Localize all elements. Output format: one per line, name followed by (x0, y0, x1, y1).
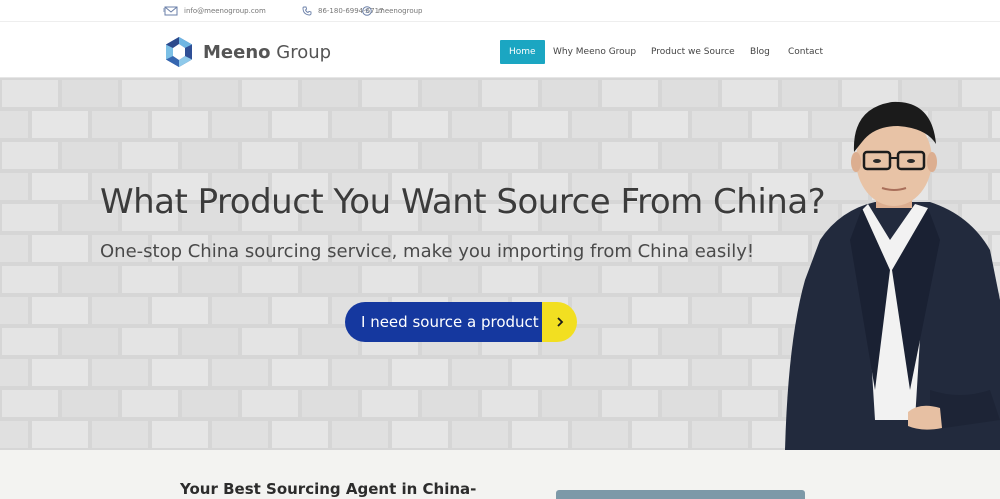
hero-banner: What Product You Want Source From China?… (0, 78, 1000, 450)
consultant-photo (785, 101, 1000, 450)
email-icon (163, 6, 178, 16)
top-contact-bar: info@meenogroup.com 86-180-6994-6717 S m… (0, 0, 1000, 22)
section-heading: Your Best Sourcing Agent in China- (180, 480, 477, 498)
nav-home[interactable]: Home (500, 40, 545, 64)
email-text[interactable]: info@meenogroup.com (184, 7, 266, 15)
skype-icon: S (362, 6, 372, 16)
source-product-button[interactable]: I need source a product (345, 302, 577, 342)
contact-email[interactable]: info@meenogroup.com (163, 4, 266, 18)
video-panel[interactable] (556, 490, 805, 499)
site-header: Meeno Group Home Why Meeno Group Product… (0, 24, 1000, 78)
main-nav: Home Why Meeno Group Product we Source B… (0, 40, 1000, 64)
skype-text[interactable]: meenogroup (378, 7, 422, 15)
hero-title: What Product You Want Source From China? (100, 182, 826, 222)
svg-text:S: S (365, 8, 369, 15)
nav-contact[interactable]: Contact (788, 40, 823, 64)
cta-label[interactable]: I need source a product (345, 302, 542, 342)
phone-icon (302, 6, 312, 16)
nav-why-meeno-group[interactable]: Why Meeno Group (553, 40, 636, 64)
nav-product-we-source[interactable]: Product we Source (651, 40, 735, 64)
nav-blog[interactable]: Blog (750, 40, 770, 64)
hero-subtitle: One-stop China sourcing service, make yo… (100, 241, 755, 262)
intro-section: Your Best Sourcing Agent in China- (0, 450, 1000, 499)
contact-skype[interactable]: S meenogroup (362, 4, 422, 18)
